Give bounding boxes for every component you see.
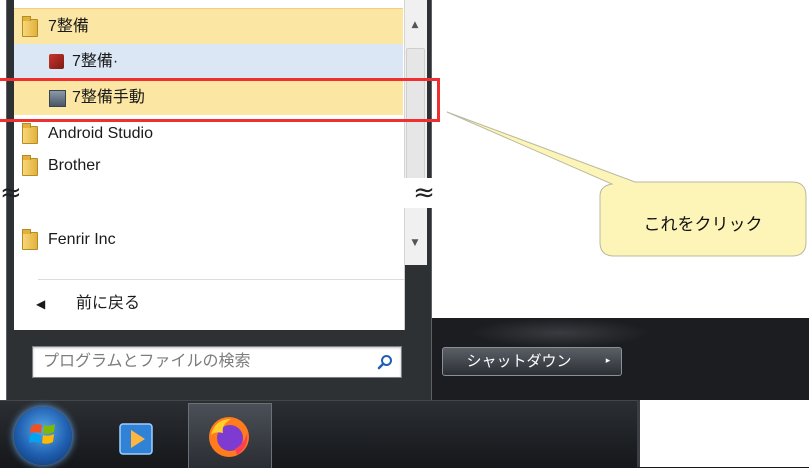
program-label: 7整備	[48, 18, 89, 35]
program-item-7seibi[interactable]: 7整備·	[14, 44, 403, 79]
omission-mark-left: ≈	[0, 178, 22, 208]
back-label: 前に戻る	[76, 295, 141, 312]
scroll-up-button[interactable]: ▲	[404, 8, 426, 42]
callout-text: これをクリック	[643, 215, 763, 234]
image-crop-area	[640, 400, 809, 467]
program-folder-7seibi[interactable]: 7整備	[14, 8, 403, 45]
highlight-box	[0, 78, 440, 122]
back-arrow-icon: ◀	[36, 297, 46, 311]
program-folder-brother[interactable]: Brother	[14, 148, 403, 183]
desktop-glow	[470, 318, 650, 348]
program-label: Brother	[48, 157, 101, 174]
shutdown-options-button[interactable]: ▸	[595, 347, 622, 376]
app-icon	[49, 54, 64, 69]
firefox-icon	[209, 417, 249, 457]
folder-icon	[22, 229, 38, 250]
search-placeholder: プログラムとファイルの検索	[43, 353, 251, 370]
media-player-icon[interactable]	[114, 410, 158, 467]
menu-separator	[38, 279, 404, 280]
program-label: 7整備·	[72, 53, 119, 70]
folder-icon	[22, 155, 38, 176]
folder-icon	[22, 16, 38, 37]
windows-logo-icon	[29, 424, 55, 444]
scroll-down-button[interactable]: ▼	[404, 226, 426, 260]
shutdown-button[interactable]: シャットダウン	[442, 347, 596, 376]
folder-icon	[22, 123, 38, 144]
program-label: Fenrir Inc	[48, 231, 116, 248]
search-icon[interactable]	[377, 354, 393, 370]
program-folder-fenrir[interactable]: Fenrir Inc	[14, 222, 403, 257]
back-button[interactable]: ◀ 前に戻る	[14, 284, 403, 324]
search-input[interactable]: プログラムとファイルの検索	[32, 346, 402, 378]
